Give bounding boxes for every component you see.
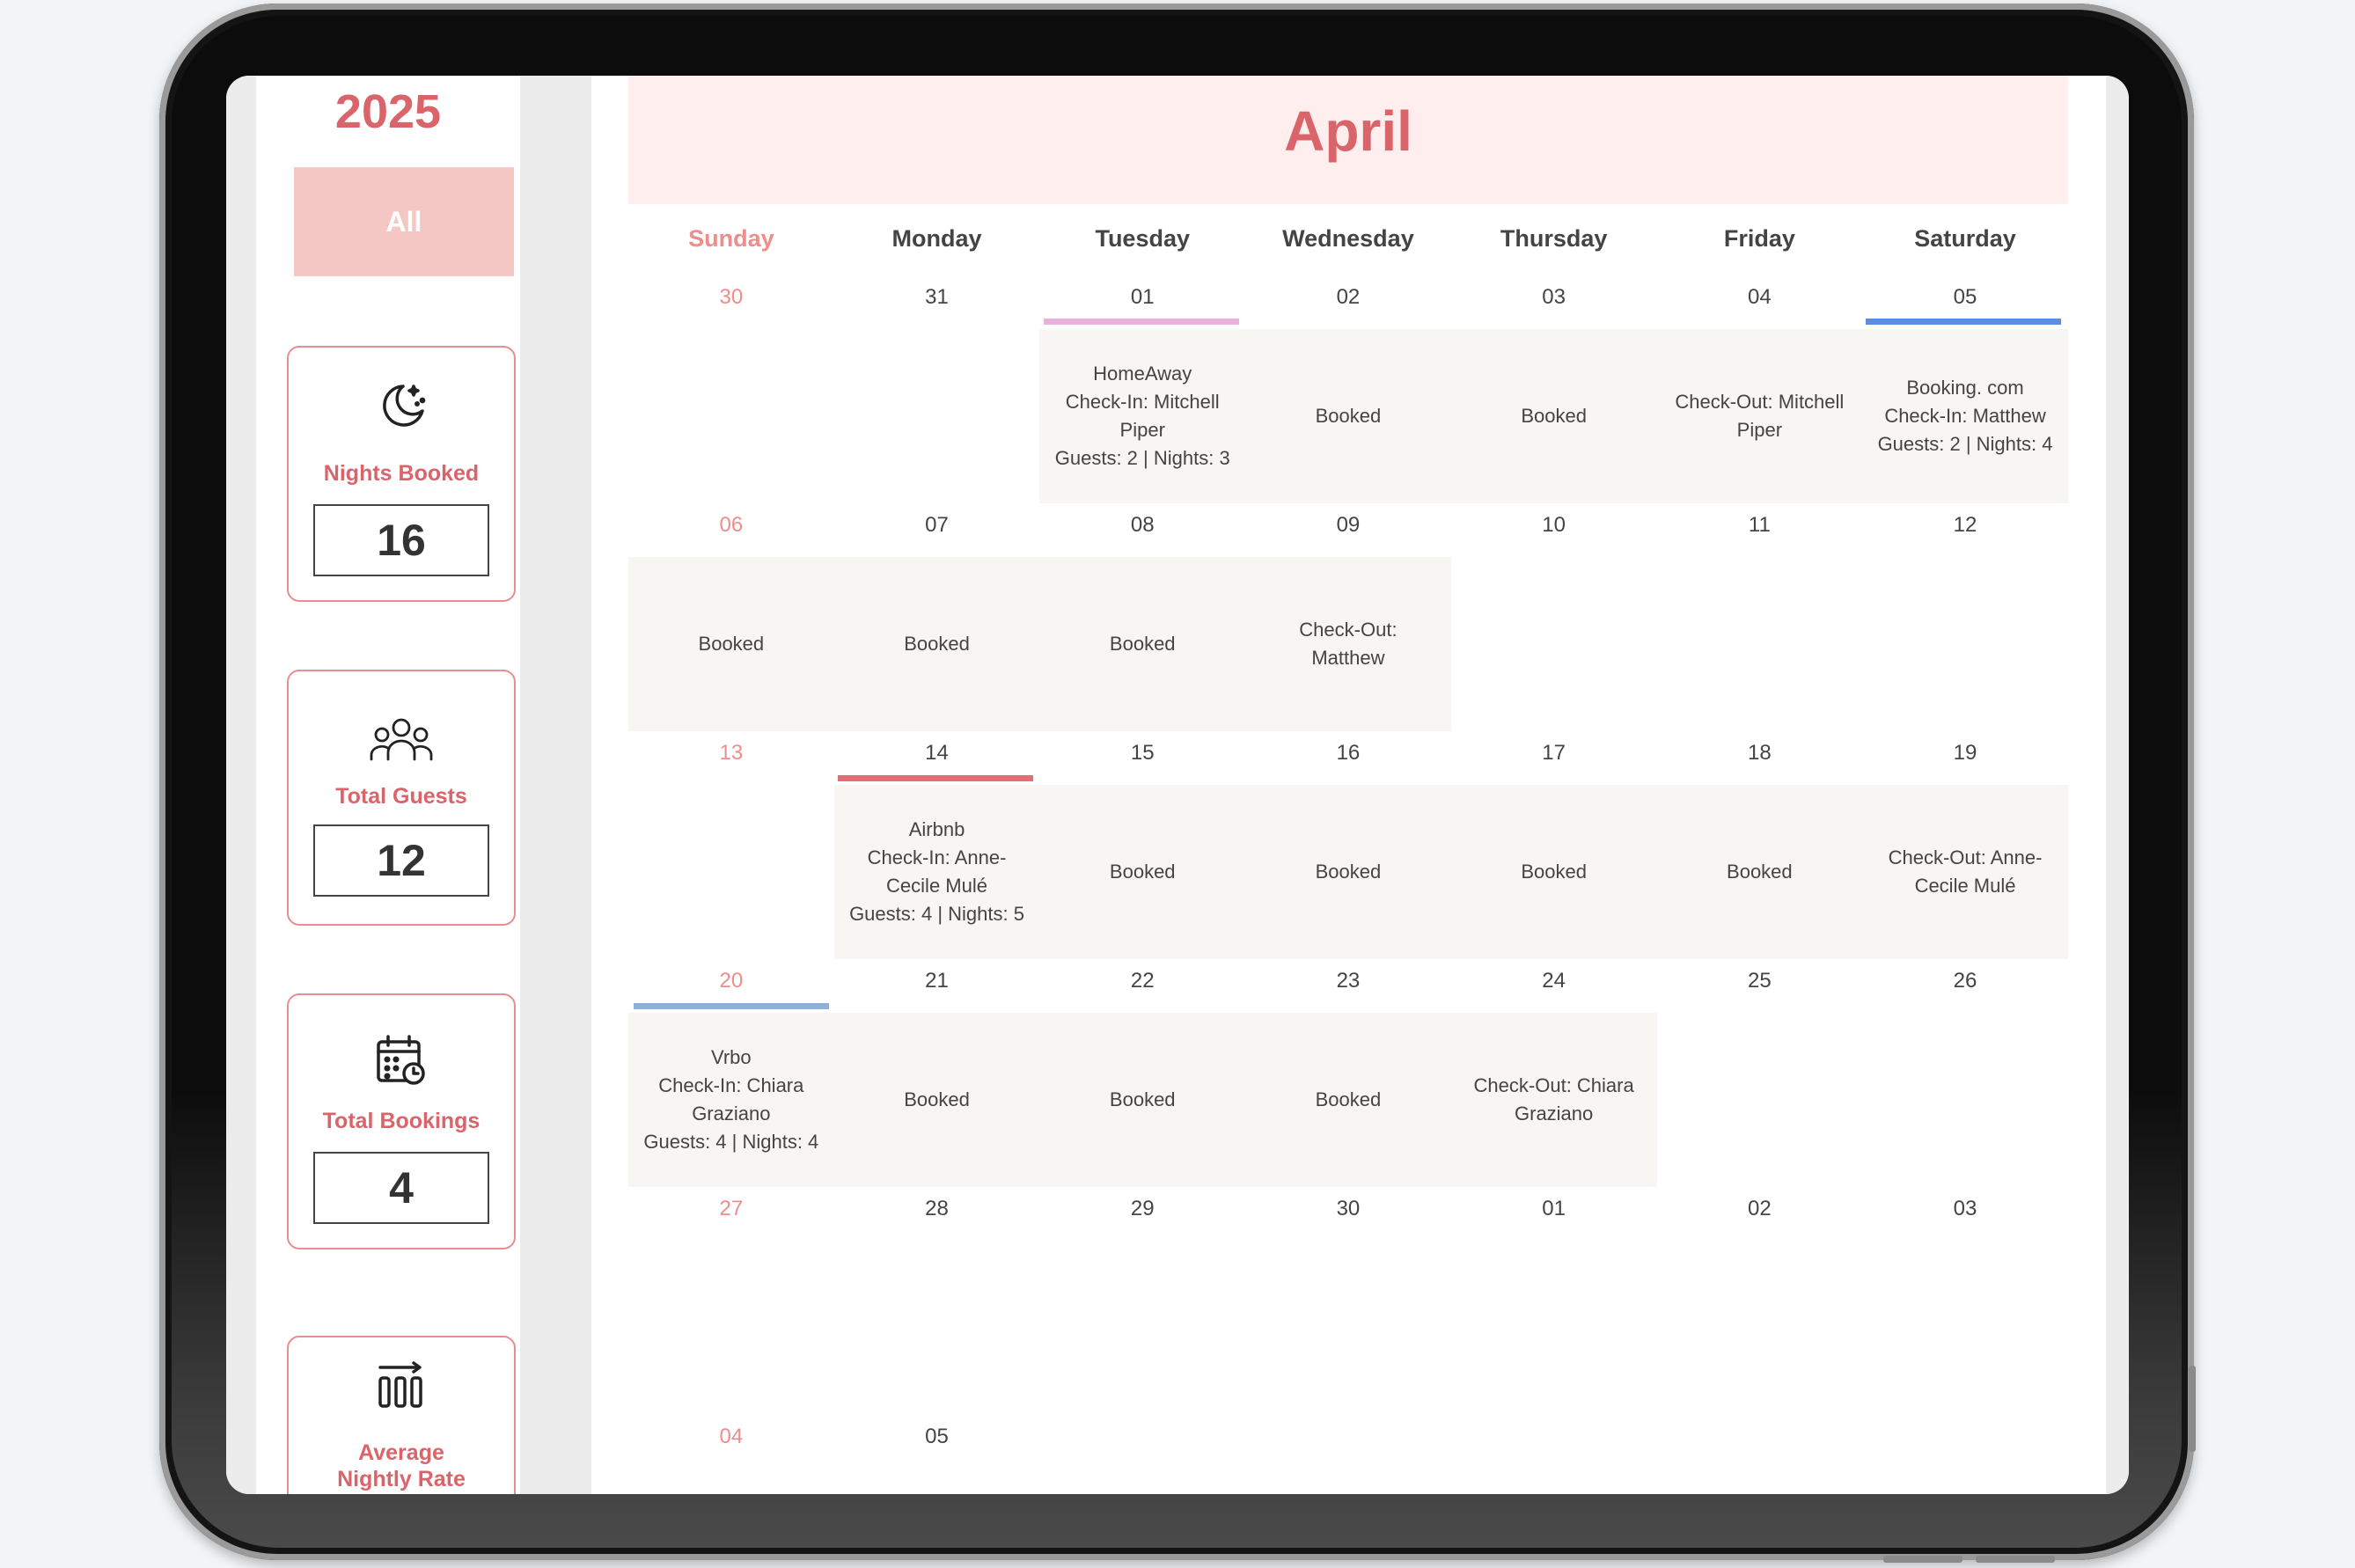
- tablet-bottom-button: [1883, 1556, 1962, 1563]
- event-checkout[interactable]: Check-Out: Anne- Cecile Mulé: [1862, 785, 2068, 959]
- day-number[interactable]: 30: [628, 285, 834, 310]
- bar-chart-icon: [289, 1359, 514, 1416]
- day-number[interactable]: 02: [1245, 285, 1451, 310]
- day-number[interactable]: 02: [1657, 1197, 1863, 1221]
- event-booked[interactable]: Booked: [1657, 785, 1863, 959]
- event-booked[interactable]: Booked: [1245, 1013, 1451, 1187]
- event-checkin-airbnb[interactable]: Airbnb Check-In: Anne- Cecile Mulé Guest…: [834, 785, 1040, 959]
- event-checkout[interactable]: Check-Out: Mitchell Piper: [1657, 329, 1863, 503]
- stat-value: 4: [313, 1152, 489, 1224]
- day-number[interactable]: 03: [1451, 285, 1657, 310]
- stat-card-nights-booked: Nights Booked 16: [287, 346, 516, 602]
- day-number[interactable]: 13: [628, 741, 834, 766]
- tablet-side-button: [2189, 1366, 2196, 1452]
- day-number[interactable]: 24: [1451, 969, 1657, 993]
- day-number[interactable]: 16: [1245, 741, 1451, 766]
- day-number[interactable]: 26: [1862, 969, 2068, 993]
- stat-label: Average Nightly Rate: [337, 1440, 466, 1491]
- event-checkin-vrbo[interactable]: Vrbo Check-In: Chiara Graziano Guests: 4…: [628, 1013, 834, 1187]
- day-number[interactable]: 09: [1245, 513, 1451, 538]
- event-booked[interactable]: Booked: [1245, 329, 1451, 503]
- day-number[interactable]: 04: [628, 1425, 834, 1449]
- event-booked[interactable]: Booked: [1451, 785, 1657, 959]
- day-number[interactable]: 27: [628, 1197, 834, 1221]
- event-checkout[interactable]: Check-Out: Matthew: [1245, 557, 1451, 731]
- day-number[interactable]: 23: [1245, 969, 1451, 993]
- day-number[interactable]: 01: [1451, 1197, 1657, 1221]
- filter-all-button[interactable]: All: [294, 167, 514, 276]
- event-checkin-homeaway[interactable]: HomeAway Check-In: Mitchell Piper Guests…: [1039, 329, 1245, 503]
- weekday-thursday: Thursday: [1500, 225, 1608, 252]
- stat-value: 16: [313, 504, 489, 576]
- event-booked[interactable]: Booked: [1039, 1013, 1245, 1187]
- moon-stars-icon: [289, 377, 514, 438]
- day-number[interactable]: 28: [834, 1197, 1040, 1221]
- day-number[interactable]: 05: [1862, 285, 2068, 310]
- day-number[interactable]: 04: [1657, 285, 1863, 310]
- day-number[interactable]: 15: [1039, 741, 1245, 766]
- weekday-saturday: Saturday: [1914, 225, 2016, 252]
- homeaway-bar: [1044, 319, 1239, 325]
- stat-card-total-bookings: Total Bookings 4: [287, 993, 516, 1249]
- event-booked[interactable]: Booked: [834, 557, 1040, 731]
- day-number[interactable]: 18: [1657, 741, 1863, 766]
- booking-com-bar: [1866, 319, 2061, 325]
- event-checkin-booking-com[interactable]: Booking. com Check-In: Matthew Guests: 2…: [1862, 329, 2068, 503]
- day-number[interactable]: 11: [1657, 513, 1863, 538]
- stat-label: Total Bookings: [322, 1109, 481, 1133]
- day-number[interactable]: 07: [834, 513, 1040, 538]
- guests-icon: [289, 714, 514, 767]
- day-number[interactable]: 01: [1039, 285, 1245, 310]
- weekday-tuesday: Tuesday: [1095, 225, 1190, 252]
- day-number[interactable]: 06: [628, 513, 834, 538]
- tablet-bottom-button: [1976, 1556, 2055, 1563]
- stat-card-total-guests: Total Guests 12: [287, 670, 516, 926]
- weekday-friday: Friday: [1723, 225, 1795, 252]
- day-number[interactable]: 22: [1039, 969, 1245, 993]
- event-booked[interactable]: Booked: [1039, 557, 1245, 731]
- event-checkout[interactable]: Check-Out: Chiara Graziano: [1451, 1013, 1657, 1187]
- event-booked[interactable]: Booked: [834, 1013, 1040, 1187]
- calendar-clock-icon: [289, 1034, 514, 1091]
- day-number[interactable]: 30: [1245, 1197, 1451, 1221]
- weekday-monday: Monday: [891, 225, 982, 252]
- day-number[interactable]: 29: [1039, 1197, 1245, 1221]
- event-booked[interactable]: Booked: [1451, 329, 1657, 503]
- day-number[interactable]: 25: [1657, 969, 1863, 993]
- stat-label: Nights Booked: [323, 461, 480, 486]
- stat-card-average-nightly-rate: Average Nightly Rate: [287, 1336, 516, 1494]
- day-number[interactable]: 21: [834, 969, 1040, 993]
- day-number[interactable]: 20: [628, 969, 834, 993]
- vrbo-bar: [634, 1003, 829, 1009]
- day-number[interactable]: 12: [1862, 513, 2068, 538]
- day-number[interactable]: 03: [1862, 1197, 2068, 1221]
- event-booked[interactable]: Booked: [1039, 785, 1245, 959]
- day-number[interactable]: 31: [834, 285, 1040, 310]
- day-number[interactable]: 17: [1451, 741, 1657, 766]
- screen: 2025 All Nights Booked 16 Total Guests 1…: [226, 76, 2129, 1494]
- event-booked[interactable]: Booked: [1245, 785, 1451, 959]
- weekday-sunday: Sunday: [688, 225, 774, 252]
- month-title: April: [1284, 99, 1412, 163]
- stat-value: 12: [313, 824, 489, 897]
- airbnb-bar: [838, 775, 1033, 781]
- calendar: April Sunday Monday Tuesday Wednesday Th…: [628, 76, 2068, 1494]
- day-number[interactable]: 14: [834, 741, 1040, 766]
- day-number[interactable]: 19: [1862, 741, 2068, 766]
- weekday-wednesday: Wednesday: [1282, 225, 1414, 252]
- stat-label: Total Guests: [335, 784, 467, 809]
- day-number[interactable]: 08: [1039, 513, 1245, 538]
- day-number[interactable]: 10: [1451, 513, 1657, 538]
- year-title: 2025: [334, 85, 442, 138]
- day-number[interactable]: 05: [834, 1425, 1040, 1449]
- event-booked[interactable]: Booked: [628, 557, 834, 731]
